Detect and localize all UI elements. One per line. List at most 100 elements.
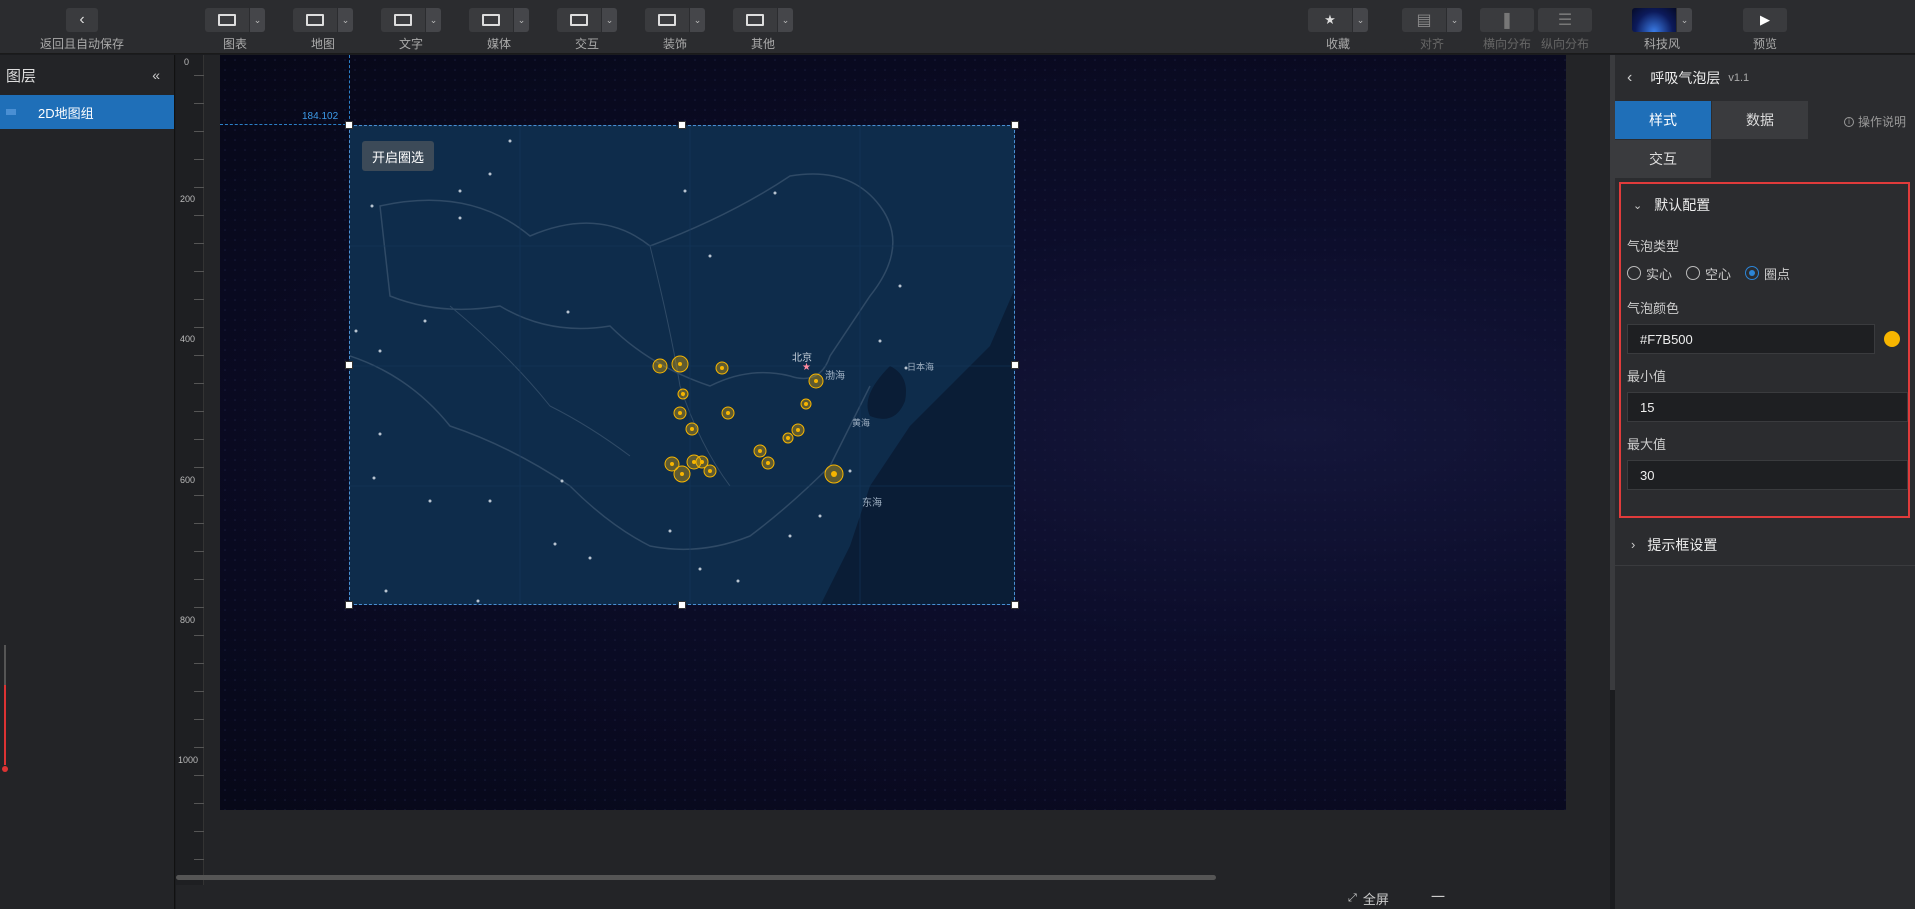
canvas-area[interactable]: 0 200 400 600 800 1000 184.102 日本海 渤海 黄海… (176, 55, 1610, 885)
ruler-tick: 800 (180, 615, 196, 625)
bubble-type-label: 气泡类型 (1627, 239, 1680, 254)
chevron-down-icon[interactable]: ⌄ (1446, 8, 1462, 32)
collapse-icon[interactable]: « (152, 67, 160, 83)
back-save-label: 返回且自动保存 (40, 37, 125, 51)
toolbar-text-label: 文字 (398, 37, 423, 51)
toolbar-favorite[interactable]: ★ ⌄ 收藏 (1308, 8, 1368, 52)
fullscreen-button[interactable]: ⤢ 全屏 (1348, 889, 1389, 908)
resize-handle[interactable] (345, 121, 353, 129)
bubble-color-input[interactable]: #F7B500 (1627, 324, 1908, 354)
default-config-header[interactable]: ⌄ 默认配置 (1621, 184, 1908, 226)
thermometer-icon (2, 645, 8, 772)
layer-item-label: 2D地图组 (38, 105, 94, 121)
toolbar-h-distribute-label: 横向分布 (1482, 37, 1531, 51)
default-config-title: 默认配置 (1654, 197, 1711, 213)
chevron-down-icon[interactable]: ⌄ (513, 8, 529, 32)
min-value-label: 最小值 (1627, 369, 1667, 384)
tooltip-settings-title: 提示框设置 (1647, 536, 1718, 553)
color-picker-button[interactable] (1874, 324, 1908, 354)
chevron-down-icon[interactable]: ⌄ (777, 8, 793, 32)
toolbar-chart-label: 图表 (222, 37, 247, 51)
min-value-input[interactable]: 15 (1627, 392, 1908, 422)
toolbar-theme[interactable]: ⌄ 科技风 (1632, 8, 1692, 52)
star-icon: ★ (1308, 8, 1352, 32)
chevron-left-icon[interactable]: ‹ (1627, 69, 1632, 87)
layers-title: 图层 (6, 67, 37, 85)
chevron-left-icon: ‹ (66, 8, 98, 32)
resize-handle[interactable] (1011, 121, 1019, 129)
v-distribute-icon: ☰ (1538, 8, 1592, 32)
toolbar-favorite-label: 收藏 (1325, 37, 1350, 51)
radio-solid[interactable]: 实心 (1627, 264, 1672, 283)
svg-text:★: ★ (802, 362, 811, 373)
resize-handle[interactable] (345, 601, 353, 609)
ruler-tick: 0 (184, 57, 190, 67)
zoom-out-button[interactable]: 一 (1431, 887, 1445, 907)
toolbar-other[interactable]: ⌄ 其他 (733, 8, 793, 52)
chevron-down-icon[interactable]: ⌄ (425, 8, 441, 32)
h-distribute-icon: ❚ (1480, 8, 1534, 32)
resize-handle[interactable] (1011, 601, 1019, 609)
toolbar-chart[interactable]: ⌄ 图表 (205, 8, 265, 52)
bottom-bar: ⤢ 全屏 一 (176, 885, 1610, 909)
toolbar-v-distribute-label: 纵向分布 (1540, 37, 1589, 51)
other-icon (733, 8, 777, 32)
resize-handle[interactable] (678, 601, 686, 609)
max-value: 30 (1640, 467, 1655, 483)
resize-handle[interactable] (1011, 361, 1019, 369)
chevron-down-icon[interactable]: ⌄ (1352, 8, 1368, 32)
toolbar-interaction-label: 交互 (574, 37, 599, 51)
properties-panel: ‹ 呼吸气泡层 v1.1 样式 数据 交互 i 操作说明 ⌄ 默认配置 气泡类型… (1615, 55, 1915, 909)
svg-text:东海: 东海 (862, 496, 882, 509)
toolbar-v-distribute[interactable]: ☰ 纵向分布 (1538, 8, 1592, 52)
ruler-tick: 200 (180, 194, 196, 204)
chevron-right-icon: › (1631, 537, 1636, 552)
toolbar-h-distribute[interactable]: ❚ 横向分布 (1480, 8, 1534, 52)
horizontal-scrollbar[interactable] (176, 875, 1216, 880)
text-icon (381, 8, 425, 32)
radio-hollow-label: 空心 (1705, 266, 1732, 282)
interaction-icon (557, 8, 601, 32)
radio-ring-dot-label: 圈点 (1764, 266, 1791, 282)
ruler-tick: 1000 (178, 755, 199, 765)
bubble-color-label: 气泡颜色 (1627, 301, 1680, 316)
resize-handle[interactable] (345, 361, 353, 369)
help-link[interactable]: i 操作说明 (1844, 113, 1906, 130)
vertical-ruler: 0 200 400 600 800 1000 (176, 55, 204, 885)
bubble-color-value: #F7B500 (1640, 331, 1693, 347)
map-component[interactable]: 日本海 渤海 黄海 东海 北京 ★ 开启圈选 (349, 125, 1015, 605)
toolbar-align[interactable]: ▤ ⌄ 对齐 (1402, 8, 1462, 52)
chevron-down-icon: ⌄ (1633, 199, 1643, 212)
preview-button[interactable]: ▶ 预览 (1743, 8, 1787, 52)
align-icon: ▤ (1402, 8, 1446, 32)
max-value-input[interactable]: 30 (1627, 460, 1908, 490)
guide-line-vertical (349, 55, 350, 124)
component-version: v1.1 (1728, 72, 1750, 84)
radio-hollow[interactable]: 空心 (1686, 264, 1731, 283)
chevron-down-icon[interactable]: ⌄ (601, 8, 617, 32)
tab-interaction[interactable]: 交互 (1615, 140, 1711, 178)
color-swatch (1883, 331, 1900, 347)
svg-text:黄海: 黄海 (852, 417, 870, 429)
radio-ring-dot[interactable]: 圈点 (1745, 264, 1790, 283)
chevron-down-icon[interactable]: ⌄ (337, 8, 353, 32)
tab-data[interactable]: 数据 (1712, 101, 1808, 139)
chevron-down-icon[interactable]: ⌄ (249, 8, 265, 32)
resize-handle[interactable] (678, 121, 686, 129)
tooltip-settings-section[interactable]: › 提示框设置 (1615, 524, 1915, 566)
toolbar-decoration[interactable]: ⌄ 装饰 (645, 8, 705, 52)
chevron-down-icon[interactable]: ⌄ (689, 8, 705, 32)
toolbar-map[interactable]: ⌄ 地图 (293, 8, 353, 52)
toolbar-interaction[interactable]: ⌄ 交互 (557, 8, 617, 52)
toolbar-text[interactable]: ⌄ 文字 (381, 8, 441, 52)
tab-style[interactable]: 样式 (1615, 101, 1711, 139)
info-icon: i (1844, 116, 1854, 127)
back-save-button[interactable]: ‹ 返回且自动保存 (40, 8, 124, 52)
chevron-down-icon[interactable]: ⌄ (1676, 8, 1692, 32)
toolbar-map-label: 地图 (310, 37, 335, 51)
enable-selection-button[interactable]: 开启圈选 (362, 141, 435, 171)
fullscreen-label: 全屏 (1362, 892, 1389, 907)
toolbar-theme-label: 科技风 (1643, 37, 1680, 51)
toolbar-media[interactable]: ⌄ 媒体 (469, 8, 529, 52)
layer-item-2d-map-group[interactable]: 2D地图组 (0, 95, 174, 129)
